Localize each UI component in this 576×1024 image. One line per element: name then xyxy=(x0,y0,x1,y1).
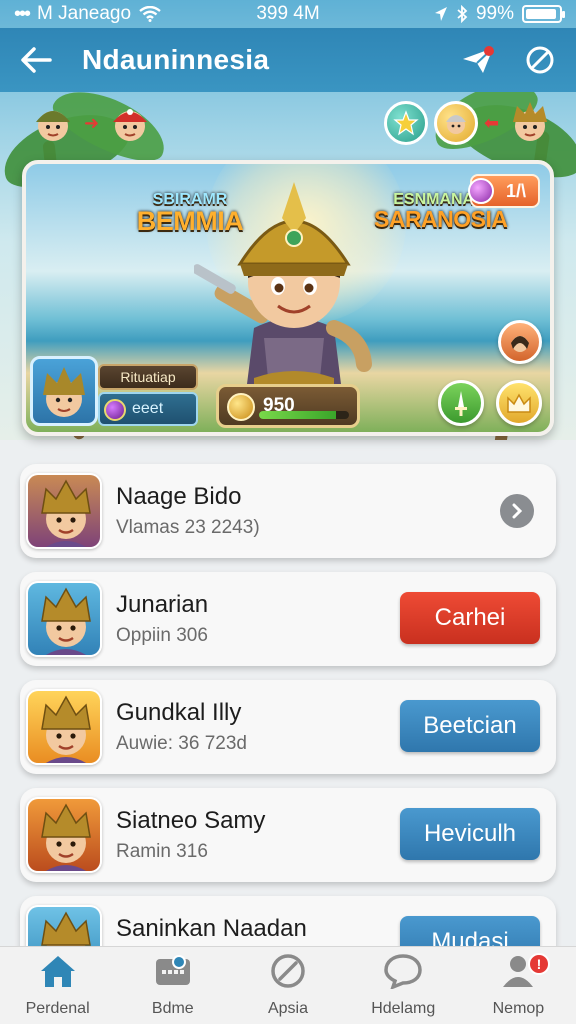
notification-dot xyxy=(484,46,494,56)
location-icon xyxy=(434,7,447,21)
coin-icon xyxy=(227,393,255,421)
chat-bubble-icon xyxy=(383,953,423,994)
dagger-icon xyxy=(455,391,467,416)
player-list: Naage Bido Vlamas 23 2243) Junarian Oppi… xyxy=(20,464,556,1004)
warrior-avatar-icon xyxy=(513,102,548,141)
notifications-button[interactable] xyxy=(456,38,500,82)
pirate-avatar-icon xyxy=(113,109,148,141)
nav-item-perdenal[interactable]: Perdenal xyxy=(0,947,115,1024)
score-panel: 950 xyxy=(216,384,360,428)
battery-icon xyxy=(522,5,565,23)
friend-avatar[interactable] xyxy=(505,98,555,148)
character-portrait-icon xyxy=(28,475,100,547)
list-item-name: Siatneo Samy xyxy=(116,807,266,834)
list-item[interactable]: Siatneo Samy Ramin 316 Heviculh xyxy=(20,788,556,882)
list-item-action-button[interactable]: Heviculh xyxy=(400,808,540,860)
nav-item-label: Nemop xyxy=(492,1000,545,1017)
gem-icon xyxy=(468,178,494,204)
nav-item-hdelamg[interactable]: Hdelamg xyxy=(346,947,461,1024)
list-item-avatar xyxy=(26,689,102,765)
bluetooth-icon xyxy=(457,5,468,23)
signal-icon: ••• xyxy=(14,2,31,25)
nav-item-label: Hdelamg xyxy=(371,1000,436,1017)
gem-counter-label: 1/\ xyxy=(505,180,526,201)
orb-icon xyxy=(104,399,126,421)
battery-percent: 99% xyxy=(475,3,514,24)
list-item-name: Saninkan Naadan xyxy=(116,915,307,942)
nav-item-label: Perdenal xyxy=(25,1000,90,1017)
nav-item-nemop[interactable]: Nemop! xyxy=(461,947,576,1024)
character-portrait-icon xyxy=(28,691,100,763)
home-icon xyxy=(38,953,78,994)
list-item[interactable]: Naage Bido Vlamas 23 2243) xyxy=(20,464,556,558)
star-icon xyxy=(393,110,419,136)
nav-item-bdme[interactable]: Bdme xyxy=(115,947,230,1024)
list-item-name: Junarian xyxy=(116,591,209,618)
hero-character-illustration xyxy=(194,182,372,408)
friend-avatar[interactable] xyxy=(105,98,155,148)
crown-button[interactable] xyxy=(496,380,542,426)
nav-item-apsia[interactable]: Apsia xyxy=(230,947,345,1024)
character-portrait-icon xyxy=(28,799,100,871)
player-name-tag: Rituatiap xyxy=(98,364,198,390)
clock: 399 4M xyxy=(256,3,320,24)
boost-button[interactable] xyxy=(438,380,484,426)
list-item-subtitle: Ramin 316 xyxy=(116,841,208,862)
friend-avatar[interactable] xyxy=(28,98,78,148)
list-item-action-button[interactable]: Carhei xyxy=(400,592,540,644)
list-item-subtitle: Oppiin 306 xyxy=(116,625,208,646)
list-item-name: Gundkal Illy xyxy=(116,699,242,726)
girl-avatar-icon xyxy=(511,336,529,352)
list-item-avatar xyxy=(26,581,102,657)
list-item[interactable]: Gundkal Illy Auwie: 36 723d Beetcian xyxy=(20,680,556,774)
status-bar: ••• M Janeago 399 4M 99% xyxy=(0,0,576,28)
friend-strip-right: ⬅ xyxy=(384,94,555,152)
list-item-subtitle: Auwie: 36 723d xyxy=(116,733,247,754)
search-icon xyxy=(526,46,554,74)
arrow-right-icon: ➜ xyxy=(84,112,100,133)
character-portrait-icon xyxy=(28,583,100,655)
player-avatar[interactable] xyxy=(30,356,98,426)
app-header: Ndauninnesia xyxy=(0,28,576,92)
list-item[interactable]: Junarian Oppiin 306 Carhei xyxy=(20,572,556,666)
wifi-icon xyxy=(139,6,161,22)
nav-item-label: Apsia xyxy=(267,1000,309,1017)
player-code-tag: eeet xyxy=(98,392,198,426)
compass-icon xyxy=(268,953,308,994)
gem-counter-button[interactable]: 1/\ xyxy=(468,174,540,208)
alert-badge: ! xyxy=(528,953,551,975)
favorites-button[interactable] xyxy=(384,101,428,145)
crown-icon xyxy=(507,393,531,413)
player-code-label: eeet xyxy=(132,400,164,417)
search-button[interactable] xyxy=(518,38,562,82)
list-item-open-button[interactable] xyxy=(500,494,534,528)
bottom-navigation: Perdenal Bdme Apsia Hdelamg Nemop! xyxy=(0,946,576,1024)
friend-strip-left: ➜ xyxy=(28,94,155,152)
list-item-action-button[interactable]: Beetcian xyxy=(400,700,540,752)
page-title: Ndauninnesia xyxy=(82,44,270,75)
carrier-label: M Janeago xyxy=(37,3,132,24)
back-button[interactable] xyxy=(14,38,58,82)
nav-item-label: Bdme xyxy=(151,1000,194,1017)
player-warrior-icon xyxy=(43,367,85,417)
arrow-left-icon xyxy=(21,47,52,73)
warrior-avatar-icon xyxy=(36,111,70,141)
chevron-right-icon xyxy=(512,503,523,519)
hero-banner[interactable]: SBIRAMR BEMMIA ESNMANAS SARANOSIA 1/\ Ri… xyxy=(22,160,554,436)
character-select-button[interactable] xyxy=(498,320,542,364)
list-item-avatar xyxy=(26,473,102,549)
list-item-name: Naage Bido xyxy=(116,483,242,510)
friend-avatar[interactable] xyxy=(434,101,478,145)
arrow-left-icon: ⬅ xyxy=(484,112,500,133)
list-item-subtitle: Vlamas 23 2243) xyxy=(116,517,260,538)
list-item-avatar xyxy=(26,797,102,873)
knight-avatar-icon xyxy=(446,115,466,134)
score-value: 950 xyxy=(263,395,295,416)
